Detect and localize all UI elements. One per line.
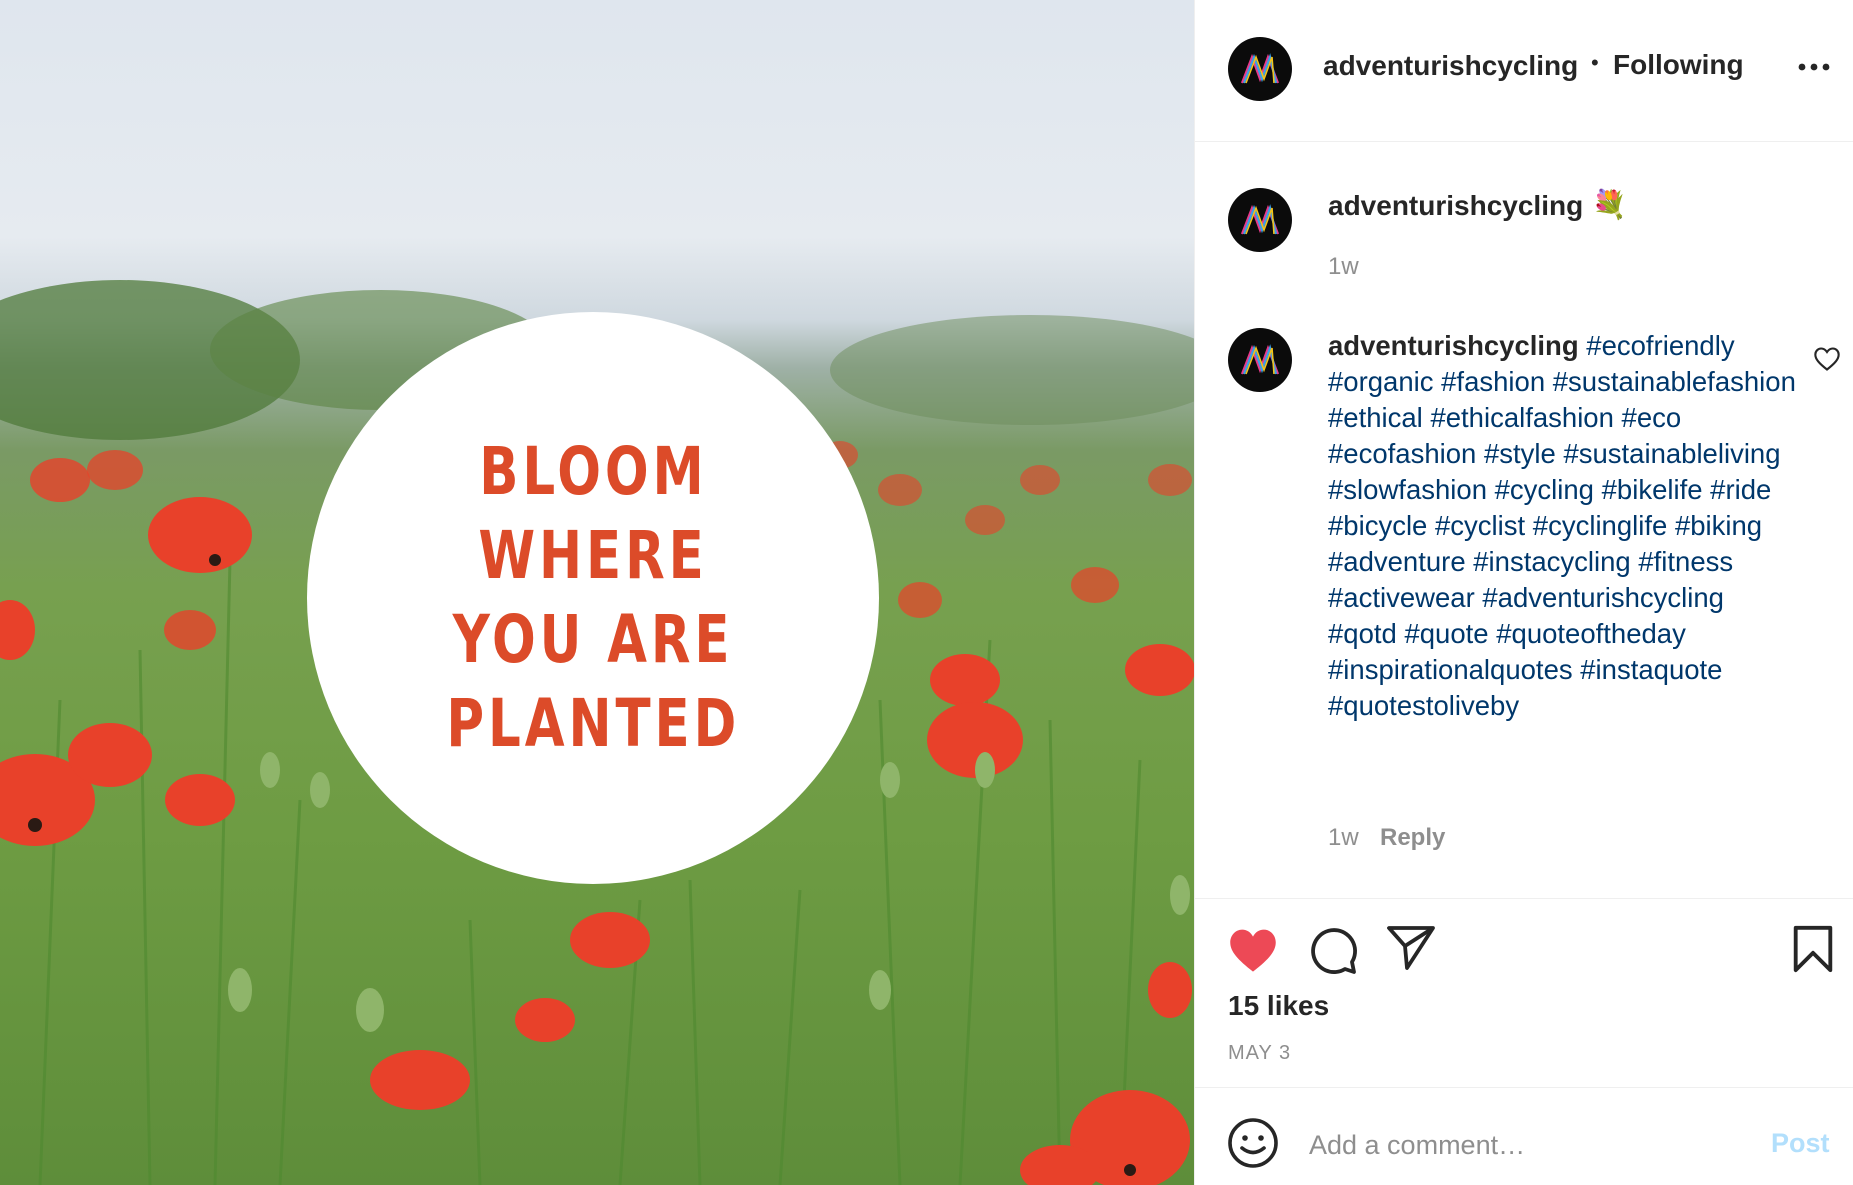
hashtag-link[interactable]: #activewear [1328,582,1475,613]
hashtag-link[interactable]: #cyclinglife [1533,510,1668,541]
av-logo-icon [1240,53,1280,84]
hashtag-link[interactable]: #slowfashion [1328,474,1487,505]
likes-count[interactable]: 15 likes [1228,990,1329,1022]
post-header: adventurishcycling • Following [1195,0,1853,142]
hashtag-link[interactable]: #ride [1710,474,1771,505]
quote-line-3: YOU ARE [452,601,734,678]
hashtag-link[interactable]: #organic [1328,366,1434,397]
post-image[interactable]: BLOOM WHERE YOU ARE PLANTED [0,0,1194,1185]
following-button[interactable]: Following [1613,49,1744,81]
divider [1195,1087,1853,1088]
caption-timestamp[interactable]: 1w [1328,824,1359,852]
av-logo-icon [1240,204,1280,235]
post-comment-button[interactable]: Post [1771,1128,1830,1159]
hashtag-link[interactable]: #fashion [1441,366,1545,397]
hashtag-link[interactable]: #adventurishcycling [1482,582,1724,613]
quote-line-2: WHERE [478,517,708,594]
hashtag-link[interactable]: #style [1484,438,1556,469]
caption-username[interactable]: adventurishcycling [1328,330,1579,361]
hashtag-link[interactable]: #instaquote [1580,654,1722,685]
post-side-panel: adventurishcycling • Following adventuri… [1194,0,1853,1185]
comment-input[interactable] [1307,1124,1741,1166]
bouquet-emoji: 💐 [1592,189,1627,220]
heart-filled-icon[interactable] [1227,926,1279,974]
hashtag-link[interactable]: #bikelife [1602,474,1703,505]
avatar[interactable] [1228,37,1292,101]
share-icon[interactable] [1385,924,1437,972]
header-separator: • [1591,50,1599,75]
bookmark-icon[interactable] [1791,924,1835,974]
hashtag-link[interactable]: #sustainablefashion [1553,366,1796,397]
hashtag-link[interactable]: #adventure [1328,546,1466,577]
hashtag-link[interactable]: #quotestoliveby [1328,690,1519,721]
quote-line-1: BLOOM [478,433,708,510]
caption-avatar[interactable] [1228,328,1292,392]
hashtag-link[interactable]: #ethicalfashion [1430,402,1613,433]
hashtag-link[interactable]: #instacycling [1473,546,1630,577]
hashtag-link[interactable]: #quoteoftheday [1496,618,1686,649]
like-icon-small[interactable] [1813,346,1841,372]
hashtag-link[interactable]: #cycling [1495,474,1594,505]
post-date[interactable]: MAY 3 [1228,1042,1291,1065]
caption-text: adventurishcycling #ecofriendly #organic… [1328,328,1798,724]
comment-icon[interactable] [1307,924,1359,976]
reply-button[interactable]: Reply [1380,824,1445,852]
hashtag-link[interactable]: #fitness [1638,546,1733,577]
comment-avatar[interactable] [1228,188,1292,252]
header-username[interactable]: adventurishcycling [1323,50,1578,82]
hashtag-link[interactable]: #eco [1622,402,1682,433]
hashtag-link[interactable]: #ecofashion [1328,438,1476,469]
hashtag-link[interactable]: #cyclist [1435,510,1525,541]
comment-timestamp[interactable]: 1w [1328,253,1359,281]
av-logo-icon [1240,344,1280,375]
hashtag-link[interactable]: #biking [1675,510,1762,541]
hashtag-link[interactable]: #ecofriendly [1586,330,1734,361]
hashtag-list: #ecofriendly #organic #fashion #sustaina… [1328,330,1796,721]
comment-username[interactable]: adventurishcycling [1328,190,1583,222]
quote-line-4: PLANTED [446,685,740,762]
hashtag-link[interactable]: #bicycle [1328,510,1427,541]
divider [1195,898,1853,899]
hashtag-link[interactable]: #qotd [1328,618,1397,649]
more-options-icon[interactable] [1798,62,1830,72]
quote-circle: BLOOM WHERE YOU ARE PLANTED [307,312,879,884]
hashtag-link[interactable]: #quote [1404,618,1488,649]
hashtag-link[interactable]: #ethical [1328,402,1423,433]
hashtag-link[interactable]: #inspirationalquotes [1328,654,1573,685]
emoji-icon[interactable] [1227,1117,1279,1169]
hashtag-link[interactable]: #sustainableliving [1563,438,1780,469]
